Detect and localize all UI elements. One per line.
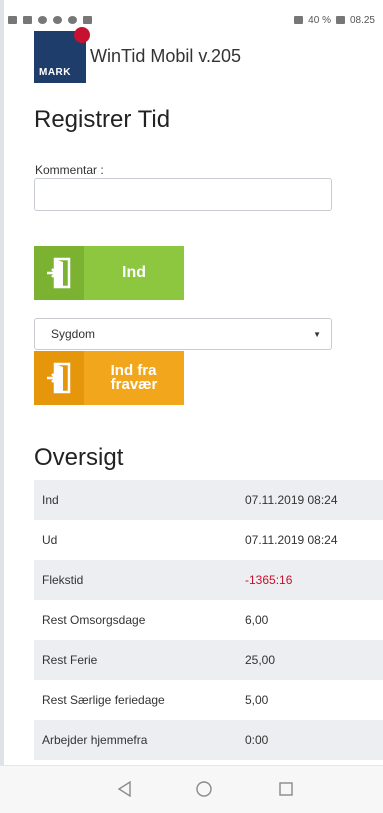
clock: 08.25: [349, 14, 375, 26]
battery-percent: 40 %: [308, 14, 331, 26]
door-enter-icon: [34, 246, 84, 300]
company-logo: MARK: [34, 27, 90, 83]
overview-title: Oversigt: [34, 444, 124, 471]
wifi-icon: [38, 16, 47, 24]
nfc-icon: [294, 16, 304, 24]
app-title: WinTid Mobil v.205: [90, 46, 242, 66]
row-value: 25,00: [245, 653, 276, 667]
row-label: Flekstid: [42, 573, 84, 587]
row-value: 07.11.2019 08:24: [245, 493, 338, 507]
sync-icon: [53, 16, 62, 24]
row-label: Arbejder hjemmefra: [42, 733, 148, 747]
status-bar: 40 % 08.25: [8, 10, 375, 30]
logo-text: MARK: [39, 67, 71, 78]
flekstid-value: -1365:16: [245, 573, 293, 587]
ind-button[interactable]: Ind: [34, 246, 184, 300]
row-label: Rest Særlige feriedage: [42, 693, 165, 707]
row-label: Rest Ferie: [42, 653, 98, 667]
row-label: Ud: [42, 533, 58, 547]
signal-icon: [23, 16, 32, 24]
battery-icon: [335, 16, 345, 24]
overview-table: Ind 07.11.2019 08:24 Ud 07.11.2019 08:24…: [34, 480, 383, 760]
comment-label: Kommentar :: [35, 163, 104, 177]
recent-apps-icon[interactable]: [277, 780, 295, 798]
table-row: Ind 07.11.2019 08:24: [34, 480, 383, 520]
table-row: Rest Ferie 25,00: [34, 640, 383, 680]
absence-type-value: Sygdom: [51, 327, 96, 341]
table-row: Rest Særlige feriedage 5,00: [34, 680, 383, 720]
ind-fra-fravaer-label: Ind fra fravær: [110, 362, 158, 393]
absence-type-select[interactable]: Sygdom ▼: [34, 318, 332, 350]
table-row: Ud 07.11.2019 08:24: [34, 520, 383, 560]
page-title: Registrer Tid: [34, 106, 171, 133]
row-label: Ind: [42, 493, 59, 507]
table-row: Flekstid -1365:16: [34, 560, 383, 600]
ind-button-label: Ind: [122, 264, 146, 281]
logo-accent: [74, 27, 90, 43]
row-label: Rest Omsorgsdage: [42, 613, 146, 627]
row-value: 5,00: [245, 693, 269, 707]
door-enter-icon: [34, 351, 84, 405]
table-row: Rest Omsorgsdage 6,00: [34, 600, 383, 640]
row-value: 6,00: [245, 613, 269, 627]
home-icon[interactable]: [195, 780, 213, 798]
status-icons-left: [8, 16, 92, 24]
row-value: 0:00: [245, 733, 269, 747]
table-row: Arbejder hjemmefra 0:00: [34, 720, 383, 760]
comment-input[interactable]: [34, 178, 332, 211]
dropdown-arrow-icon: ▼: [313, 329, 321, 339]
document-icon: [83, 16, 92, 24]
whatsapp-icon: [68, 16, 77, 24]
status-icons-right: 40 % 08.25: [294, 15, 375, 26]
message-icon: [8, 16, 17, 24]
ind-fra-fravaer-button[interactable]: Ind fra fravær: [34, 351, 184, 405]
row-value: 07.11.2019 08:24: [245, 533, 338, 547]
system-nav-bar: [0, 765, 383, 813]
back-icon[interactable]: [116, 780, 134, 798]
page-edge: [0, 0, 4, 812]
